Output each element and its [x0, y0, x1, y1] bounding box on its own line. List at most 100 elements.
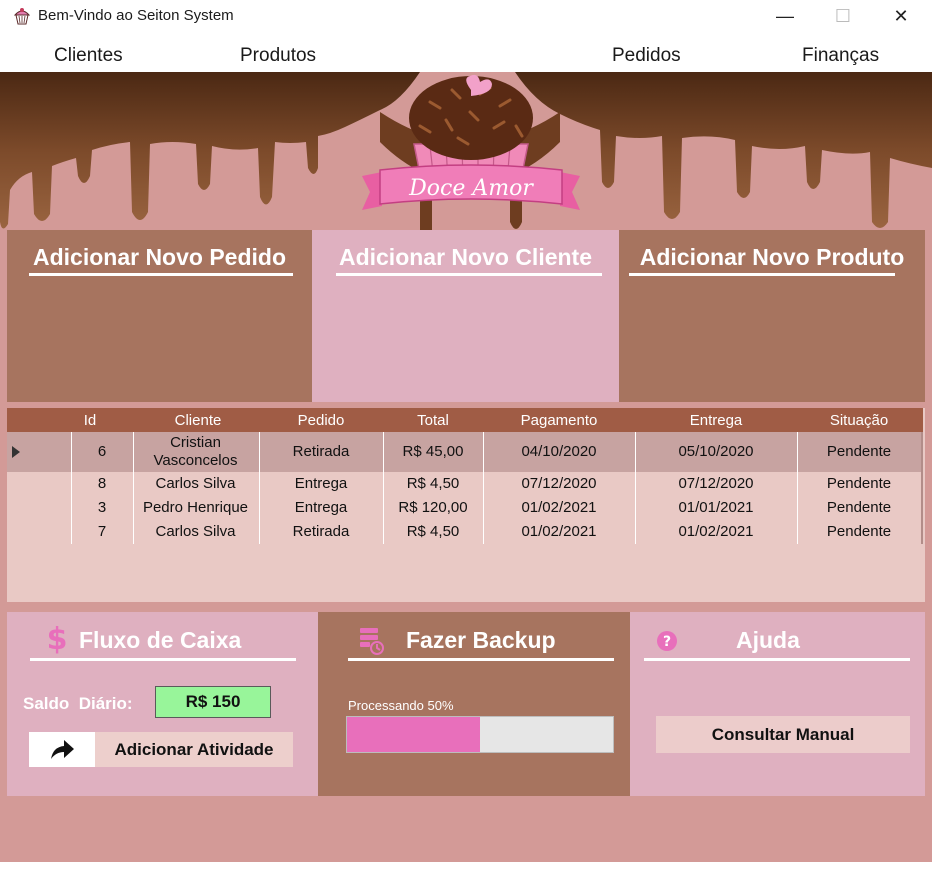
orders-grid: Id Cliente Pedido Total Pagamento Entreg…	[7, 408, 925, 602]
daily-balance-label: Saldo Diário:	[23, 694, 133, 713]
title-underline	[29, 273, 293, 276]
help-panel: ? Ajuda Consultar Manual	[630, 612, 925, 796]
menu-bar: Clientes Produtos Pedidos Finanças	[0, 36, 932, 72]
backup-progress-bar	[346, 716, 614, 753]
cell-entrega: 01/02/2021	[678, 523, 754, 540]
cell-id: 3	[97, 499, 107, 516]
menu-item-pedidos[interactable]: Pedidos	[612, 45, 681, 67]
cell-situacao: Pendente	[826, 475, 892, 492]
column-header-id[interactable]: Id	[81, 412, 99, 429]
logo-text: Doce Amor	[408, 176, 534, 201]
cell-id: 7	[97, 523, 107, 540]
cash-flow-title[interactable]: Fluxo de Caixa	[79, 627, 241, 654]
help-question-icon: ?	[657, 631, 677, 651]
cell-total: R$ 45,00	[402, 443, 464, 460]
column-header-cliente[interactable]: Cliente	[135, 412, 261, 429]
cell-pagamento: 01/02/2021	[521, 523, 597, 540]
grid-right-border	[921, 432, 923, 544]
row-selector-arrow-icon	[12, 446, 20, 458]
add-client-panel[interactable]: Adicionar Novo Cliente	[312, 230, 619, 402]
grid-header: Id Cliente Pedido Total Pagamento Entreg…	[7, 408, 923, 432]
dollar-icon: $	[47, 622, 67, 654]
consult-manual-button[interactable]: Consultar Manual	[656, 716, 910, 753]
cell-total: R$ 4,50	[406, 523, 460, 540]
title-underline	[644, 658, 910, 661]
cupcake-app-icon	[13, 8, 31, 25]
add-activity-button[interactable]: Adicionar Atividade	[29, 732, 293, 767]
close-icon: ✕	[893, 5, 909, 26]
column-header-total[interactable]: Total	[383, 412, 483, 429]
table-row[interactable]: 3 Pedro Henrique Entrega R$ 120,00 01/02…	[7, 496, 921, 520]
grid-column-divider	[259, 432, 260, 544]
cell-entrega: 07/12/2020	[678, 475, 754, 492]
window-title: Bem-Vindo ao Seiton System	[38, 7, 234, 24]
grid-column-divider	[483, 432, 484, 544]
column-header-entrega[interactable]: Entrega	[635, 412, 797, 429]
column-header-pagamento[interactable]: Pagamento	[483, 412, 635, 429]
cell-cliente: Cristian Vasconcelos	[153, 434, 238, 469]
table-row[interactable]: 8 Carlos Silva Entrega R$ 4,50 07/12/202…	[7, 472, 921, 496]
cell-pagamento: 01/02/2021	[521, 499, 597, 516]
grid-column-divider	[635, 432, 636, 544]
add-product-panel[interactable]: Adicionar Novo Produto	[619, 230, 925, 402]
backup-title[interactable]: Fazer Backup	[406, 627, 556, 654]
add-order-panel[interactable]: Adicionar Novo Pedido	[7, 230, 312, 402]
add-activity-icon-box	[29, 732, 95, 767]
title-underline	[629, 273, 895, 276]
cell-situacao: Pendente	[826, 523, 892, 540]
svg-text:$: $	[47, 622, 67, 654]
column-header-pedido[interactable]: Pedido	[259, 412, 383, 429]
close-button[interactable]: ✕	[878, 0, 924, 32]
cell-pedido: Retirada	[292, 443, 350, 460]
menu-item-produtos[interactable]: Produtos	[240, 45, 316, 67]
cell-entrega: 01/01/2021	[678, 499, 754, 516]
cell-pagamento: 04/10/2020	[521, 443, 597, 460]
minimize-button[interactable]: —	[762, 0, 808, 32]
title-underline	[336, 273, 602, 276]
database-backup-icon	[360, 628, 384, 655]
menu-item-clientes[interactable]: Clientes	[54, 45, 123, 67]
cell-pagamento: 07/12/2020	[521, 475, 597, 492]
cell-entrega: 05/10/2020	[678, 443, 754, 460]
cell-total: R$ 4,50	[406, 475, 460, 492]
share-arrow-icon	[51, 739, 74, 759]
grid-column-divider	[797, 432, 798, 544]
table-row[interactable]: 6 Cristian Vasconcelos Retirada R$ 45,00…	[7, 432, 921, 472]
column-header-situacao[interactable]: Situação	[797, 412, 921, 429]
cash-flow-panel: $ Fluxo de Caixa Saldo Diário: R$ 150 Ad…	[7, 612, 318, 796]
title-bar: Bem-Vindo ao Seiton System — ☐ ✕	[0, 0, 941, 36]
backup-status-text: Processando 50%	[348, 698, 454, 713]
cell-total: R$ 120,00	[398, 499, 468, 516]
daily-balance-value: R$ 150	[155, 686, 271, 718]
svg-text:?: ?	[663, 634, 671, 650]
cell-cliente: Pedro Henrique	[142, 499, 249, 516]
help-title[interactable]: Ajuda	[736, 627, 800, 654]
grid-column-divider	[133, 432, 134, 544]
cell-situacao: Pendente	[826, 499, 892, 516]
main-window: Clientes Produtos Pedidos Finanças Doce …	[0, 36, 932, 862]
title-underline	[30, 658, 296, 661]
add-activity-label: Adicionar Atividade	[114, 739, 274, 759]
cell-pedido: Entrega	[294, 475, 348, 492]
table-row[interactable]: 7 Carlos Silva Retirada R$ 4,50 01/02/20…	[7, 520, 921, 544]
cell-id: 8	[97, 475, 107, 492]
cell-cliente: Carlos Silva	[155, 475, 236, 492]
grid-column-divider	[383, 432, 384, 544]
add-product-title[interactable]: Adicionar Novo Produto	[619, 244, 925, 271]
title-underline	[348, 658, 614, 661]
progress-fill	[347, 717, 480, 752]
maximize-icon: ☐	[834, 5, 852, 26]
grid-column-divider	[71, 432, 72, 544]
cell-situacao: Pendente	[826, 443, 892, 460]
cell-pedido: Entrega	[294, 499, 348, 516]
menu-item-financas[interactable]: Finanças	[802, 45, 879, 67]
cell-cliente: Carlos Silva	[155, 523, 236, 540]
cell-id: 6	[97, 443, 107, 460]
minimize-icon: —	[776, 5, 794, 26]
chocolate-banner: Doce Amor	[0, 72, 932, 232]
backup-panel: Fazer Backup Processando 50%	[318, 612, 630, 796]
add-order-title[interactable]: Adicionar Novo Pedido	[7, 244, 312, 271]
add-client-title[interactable]: Adicionar Novo Cliente	[312, 244, 619, 271]
window-bottom-edge	[0, 862, 941, 872]
maximize-button[interactable]: ☐	[820, 0, 866, 32]
